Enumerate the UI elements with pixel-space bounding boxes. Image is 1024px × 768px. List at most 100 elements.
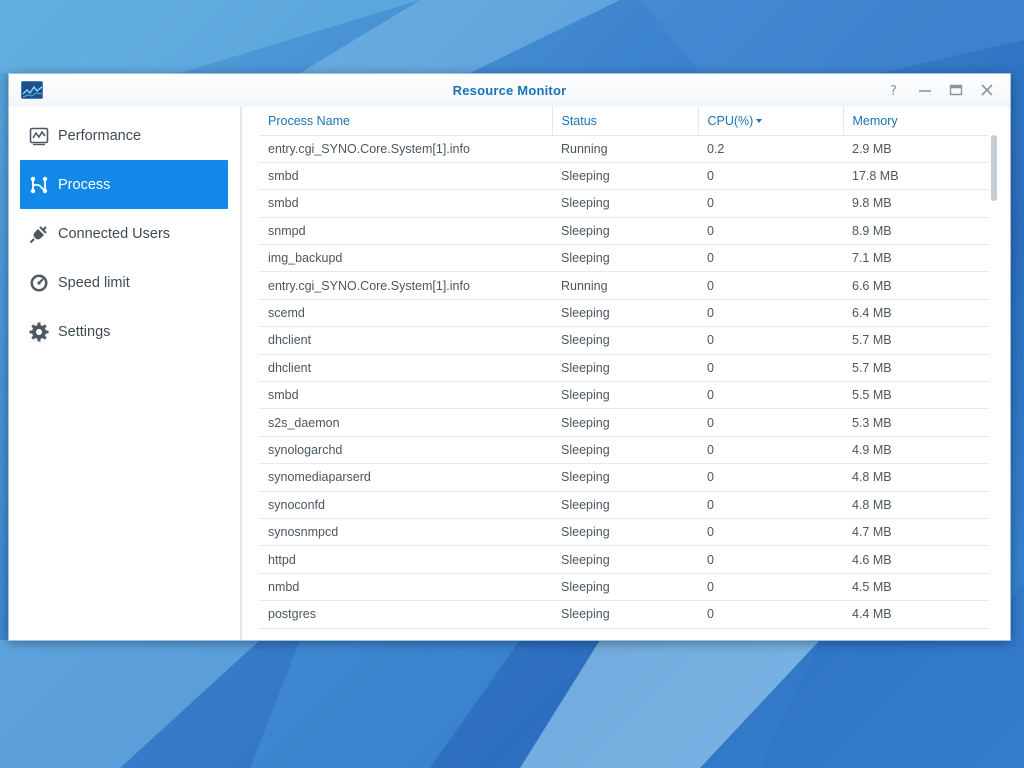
memory-cell: 4.8 MB [843, 491, 989, 519]
cpu-cell: 0 [698, 408, 843, 437]
process-name-cell: scemd [259, 299, 552, 328]
table-row[interactable]: entry.cgi_SYNO.Core.System[1].info Runnin… [259, 135, 989, 163]
table-row[interactable]: dhclient Sleeping 0 5.7 MB [259, 354, 989, 383]
sidebar-item-label: Connected Users [58, 225, 171, 242]
table-row[interactable]: snmpd Sleeping 0 8.9 MB [259, 217, 989, 246]
memory-cell: 4.7 MB [843, 518, 989, 547]
status-cell: Sleeping [552, 189, 698, 218]
status-cell: Running [552, 271, 698, 300]
process-name-cell: synologarchd [259, 436, 552, 465]
cpu-cell: 0.2 [698, 135, 843, 163]
memory-cell: 17.8 MB [843, 162, 989, 191]
table-row[interactable]: httpd Sleeping 0 4.6 MB [259, 545, 989, 574]
column-header-process-name[interactable]: Process Name [259, 107, 553, 136]
process-name-cell: dhclient [259, 354, 552, 383]
status-cell: Sleeping [552, 299, 698, 328]
status-cell: Sleeping [552, 326, 698, 355]
table-row[interactable]: img_backupd Sleeping 0 7.1 MB [259, 244, 989, 273]
cpu-cell: 0 [698, 271, 843, 300]
process-name-cell: synosnmpcd [259, 518, 552, 547]
sidebar: Performance Process Connected Users Spee… [9, 107, 242, 640]
process-name-cell: smbd [259, 189, 552, 218]
performance-icon [29, 126, 49, 146]
memory-cell: 4.9 MB [843, 436, 989, 465]
table-row[interactable]: smbd Sleeping 0 9.8 MB [259, 189, 989, 218]
window-title: Resource Monitor [452, 83, 567, 98]
maximize-icon[interactable] [948, 82, 964, 98]
cpu-cell: 0 [698, 381, 843, 410]
status-cell: Sleeping [552, 518, 698, 547]
plug-icon [29, 224, 49, 244]
sidebar-item-label: Speed limit [58, 274, 130, 291]
table-row[interactable]: dhclient Sleeping 0 5.7 MB [259, 326, 989, 355]
status-cell: Sleeping [552, 491, 698, 519]
status-cell: Sleeping [552, 436, 698, 465]
status-cell: Sleeping [552, 244, 698, 273]
process-table: Process Name Status CPU(%) Memory entry.… [259, 107, 989, 629]
memory-cell: 4.5 MB [843, 573, 989, 602]
table-row[interactable]: scemd Sleeping 0 6.4 MB [259, 299, 989, 328]
cpu-cell: 0 [698, 491, 843, 519]
memory-cell: 5.7 MB [843, 326, 989, 355]
status-cell: Sleeping [552, 573, 698, 602]
table-row[interactable]: synoconfd Sleeping 0 4.8 MB [259, 491, 989, 519]
table-row[interactable]: postgres Sleeping 0 4.4 MB [259, 600, 989, 629]
memory-cell: 5.5 MB [843, 381, 989, 410]
cpu-cell: 0 [698, 545, 843, 574]
process-name-cell: smbd [259, 381, 552, 410]
status-cell: Sleeping [552, 600, 698, 629]
sidebar-item-connected-users[interactable]: Connected Users [20, 209, 228, 258]
table-header-row: Process Name Status CPU(%) Memory [259, 107, 989, 136]
memory-cell: 6.4 MB [843, 299, 989, 328]
cpu-cell: 0 [698, 326, 843, 355]
memory-cell: 5.7 MB [843, 354, 989, 383]
cpu-cell: 0 [698, 463, 843, 492]
status-cell: Sleeping [552, 354, 698, 383]
memory-cell: 8.9 MB [843, 217, 989, 246]
help-icon[interactable]: ? [886, 82, 902, 99]
minimize-icon[interactable] [917, 82, 933, 98]
gear-icon [29, 322, 49, 342]
table-row[interactable]: smbd Sleeping 0 5.5 MB [259, 381, 989, 410]
table-row[interactable]: nmbd Sleeping 0 4.5 MB [259, 573, 989, 602]
memory-cell: 4.6 MB [843, 545, 989, 574]
column-header-memory[interactable]: Memory [843, 107, 989, 136]
sidebar-item-settings[interactable]: Settings [20, 307, 228, 356]
column-header-status[interactable]: Status [552, 107, 699, 136]
process-name-cell: smbd [259, 162, 552, 191]
cpu-cell: 0 [698, 354, 843, 383]
cpu-cell: 0 [698, 217, 843, 246]
process-name-cell: synomediaparserd [259, 463, 552, 492]
process-name-cell: synoconfd [259, 491, 552, 519]
cpu-cell: 0 [698, 244, 843, 273]
close-icon[interactable] [979, 82, 995, 98]
table-row[interactable]: entry.cgi_SYNO.Core.System[1].info Runnin… [259, 271, 989, 300]
cpu-cell: 0 [698, 573, 843, 602]
table-row[interactable]: synomediaparserd Sleeping 0 4.8 MB [259, 463, 989, 492]
cpu-cell: 0 [698, 436, 843, 465]
process-name-cell: httpd [259, 545, 552, 574]
cpu-cell: 0 [698, 518, 843, 547]
process-name-cell: dhclient [259, 326, 552, 355]
table-row[interactable]: synosnmpcd Sleeping 0 4.7 MB [259, 518, 989, 547]
title-bar[interactable]: Resource Monitor ? [9, 74, 1010, 107]
sidebar-item-label: Settings [58, 323, 111, 340]
process-name-cell: snmpd [259, 217, 552, 246]
sidebar-item-speed-limit[interactable]: Speed limit [20, 258, 228, 307]
sidebar-item-label: Process [58, 176, 111, 193]
vertical-scrollbar[interactable] [990, 135, 998, 625]
table-row[interactable]: synologarchd Sleeping 0 4.9 MB [259, 436, 989, 465]
column-header-cpu[interactable]: CPU(%) [698, 107, 844, 136]
memory-cell: 4.4 MB [843, 600, 989, 629]
table-row[interactable]: smbd Sleeping 0 17.8 MB [259, 162, 989, 191]
cpu-cell: 0 [698, 162, 843, 191]
sidebar-item-label: Performance [58, 127, 142, 144]
status-cell: Sleeping [552, 381, 698, 410]
process-name-cell: s2s_daemon [259, 408, 552, 437]
scrollbar-thumb[interactable] [991, 135, 997, 201]
process-icon [29, 175, 49, 195]
sidebar-item-process[interactable]: Process [20, 160, 228, 209]
memory-cell: 2.9 MB [843, 135, 989, 163]
table-row[interactable]: s2s_daemon Sleeping 0 5.3 MB [259, 408, 989, 437]
sidebar-item-performance[interactable]: Performance [20, 111, 228, 160]
